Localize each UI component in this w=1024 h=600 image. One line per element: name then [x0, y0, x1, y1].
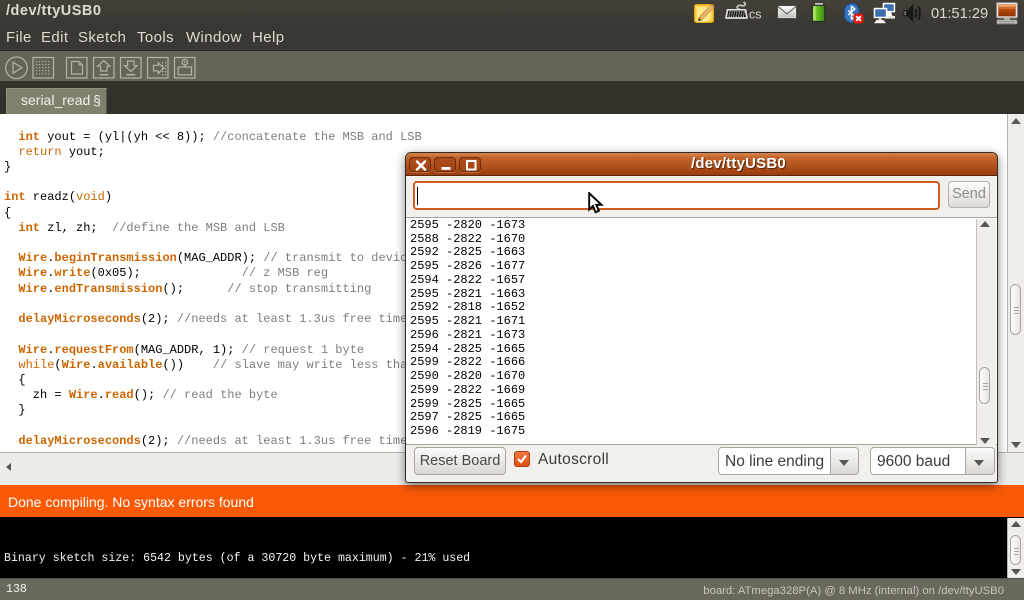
svg-text:cs: cs [749, 8, 762, 22]
svg-text:01:51:29: 01:51:29 [931, 6, 988, 22]
